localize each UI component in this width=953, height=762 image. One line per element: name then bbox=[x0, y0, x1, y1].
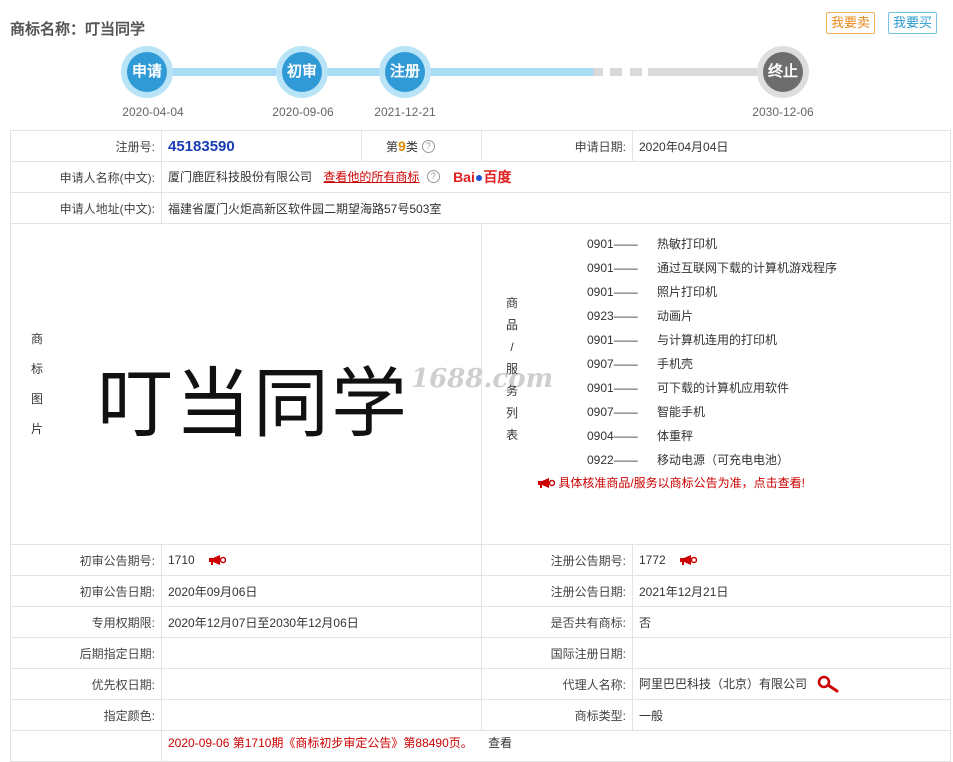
goods-item: 0923—— 动画片 bbox=[587, 309, 694, 323]
goods-notice-link[interactable]: 具体核准商品/服务以商标公告为准，点击查看! bbox=[537, 474, 950, 491]
type-label: 商标类型: bbox=[481, 699, 633, 731]
agent-cell: 阿里巴巴科技（北京）有限公司 bbox=[632, 668, 951, 700]
apply-date-label: 申请日期: bbox=[481, 130, 633, 162]
all-marks-link[interactable]: 查看他的所有商标 bbox=[323, 170, 419, 184]
reg-no-value: 45183590 bbox=[168, 137, 235, 155]
timeline-node-prelim: 初审 bbox=[276, 46, 328, 98]
exclusive-label: 专用权期限: bbox=[10, 606, 162, 638]
sell-button[interactable]: 我要卖 bbox=[826, 12, 876, 34]
prelim-date-value: 2020年09月06日 bbox=[161, 575, 482, 607]
announcement-text: 2020-09-06 第1710期《商标初步审定公告》第88490页。 bbox=[168, 736, 473, 750]
exclusive-value: 2020年12月07日至2030年12月06日 bbox=[161, 606, 482, 638]
goods-item: 0907—— 手机壳 bbox=[587, 357, 694, 371]
trademark-image-cell: 商 标 图 片 叮当同学 1688.com bbox=[10, 223, 553, 545]
intl-date-label: 国际注册日期: bbox=[481, 637, 633, 669]
timeline-node-apply: 申请 bbox=[121, 46, 173, 98]
timeline-bar-dash bbox=[610, 68, 622, 76]
shared-value: 否 bbox=[632, 606, 951, 638]
goods-cell: 商 品 / 服 务 列 表 0901—— 热敏打印机 0901—— 通过互联网下载的… bbox=[481, 223, 951, 545]
prelim-no-label: 初审公告期号: bbox=[10, 544, 162, 576]
horn-icon[interactable] bbox=[208, 555, 227, 565]
timeline-bar bbox=[170, 68, 280, 76]
priority-value bbox=[161, 668, 482, 700]
timeline-bar bbox=[648, 68, 758, 76]
class-number: 9 bbox=[398, 137, 406, 154]
shared-label: 是否共有商标: bbox=[481, 606, 633, 638]
timeline-date-end: 2030-12-06 bbox=[752, 105, 814, 119]
trademark-info-table: 注册号: 45183590 第9类? 申请日期: 2020年04月04日 申请人… bbox=[10, 130, 951, 762]
status-timeline: 申请 2020-04-04 初审 2020-09-06 注册 2021-12-2… bbox=[0, 40, 953, 125]
prelim-date-label: 初审公告日期: bbox=[10, 575, 162, 607]
help-icon[interactable]: ? bbox=[421, 139, 435, 153]
trademark-name: 叮当同学 bbox=[85, 21, 146, 38]
search-icon[interactable] bbox=[816, 675, 840, 693]
image-label: 商 标 图 片 bbox=[30, 332, 43, 436]
goods-item: 0901—— 与计算机连用的打印机 bbox=[587, 333, 778, 347]
timeline-date-apply: 2020-04-04 bbox=[122, 105, 184, 119]
reg-pub-date-value: 2021年12月21日 bbox=[632, 575, 951, 607]
goods-item: 0904—— 体重秤 bbox=[587, 429, 694, 443]
help-icon[interactable]: ? bbox=[426, 170, 440, 183]
type-value: 一般 bbox=[632, 699, 951, 731]
reg-pub-no-label: 注册公告期号: bbox=[481, 544, 633, 576]
announcement-cell: 2020-09-06 第1710期《商标初步审定公告》第88490页。 查看 bbox=[161, 730, 951, 762]
intl-date-value bbox=[632, 637, 951, 669]
later-date-value bbox=[161, 637, 482, 669]
applicant-label: 申请人名称(中文): bbox=[10, 161, 162, 193]
timeline-node-end: 终止 bbox=[757, 46, 809, 98]
timeline-bar bbox=[428, 68, 593, 76]
goods-item: 0901—— 热敏打印机 bbox=[587, 237, 718, 251]
timeline-date-register: 2021-12-21 bbox=[374, 105, 436, 119]
pub-label-empty bbox=[10, 730, 162, 762]
horn-icon[interactable] bbox=[679, 555, 698, 565]
goods-list: 0901—— 热敏打印机 0901—— 通过互联网下载的计算机游戏程序 0901——… bbox=[482, 224, 950, 491]
reg-pub-no-value: 1772 bbox=[639, 553, 666, 567]
goods-item: 0907—— 智能手机 bbox=[587, 405, 706, 419]
priority-label: 优先权日期: bbox=[10, 668, 162, 700]
address-value: 福建省厦门火炬高新区软件园二期望海路57号503室 bbox=[161, 192, 951, 224]
address-label: 申请人地址(中文): bbox=[10, 192, 162, 224]
prelim-no-cell: 1710 bbox=[161, 544, 482, 576]
timeline-bar-dash bbox=[630, 68, 642, 76]
timeline-bar bbox=[325, 68, 385, 76]
agent-label: 代理人名称: bbox=[481, 668, 633, 700]
prelim-no-value: 1710 bbox=[168, 553, 195, 567]
trademark-image: 叮当同学 bbox=[97, 359, 409, 448]
applicant-value: 厦门鹿匠科技股份有限公司 bbox=[168, 170, 313, 184]
later-date-label: 后期指定日期: bbox=[10, 637, 162, 669]
color-value bbox=[161, 699, 482, 731]
page-title: 商标名称：叮当同学 bbox=[10, 18, 145, 39]
announcement-see-link[interactable]: 查看 bbox=[488, 736, 512, 750]
goods-item: 0901—— 可下载的计算机应用软件 bbox=[587, 381, 790, 395]
title-label: 商标名称： bbox=[10, 21, 86, 38]
goods-item: 0901—— 照片打印机 bbox=[587, 285, 718, 299]
timeline-bar-dash bbox=[593, 68, 603, 76]
timeline-date-prelim: 2020-09-06 bbox=[272, 105, 334, 119]
reg-no-label: 注册号: bbox=[10, 130, 162, 162]
applicant-cell: 厦门鹿匠科技股份有限公司 查看他的所有商标 ? Bai●百度 bbox=[161, 161, 951, 193]
class-cell: 第9类? bbox=[361, 130, 482, 162]
reg-pub-date-label: 注册公告日期: bbox=[481, 575, 633, 607]
buy-button[interactable]: 我要买 bbox=[888, 12, 938, 34]
apply-date-value: 2020年04月04日 bbox=[632, 130, 951, 162]
reg-pub-no-cell: 1772 bbox=[632, 544, 951, 576]
goods-item: 0922—— 移动电源（可充电电池） bbox=[587, 453, 790, 467]
agent-value: 阿里巴巴科技（北京）有限公司 bbox=[639, 677, 808, 691]
color-label: 指定颜色: bbox=[10, 699, 162, 731]
goods-label: 商 品 / 服 务 列 表 bbox=[505, 296, 518, 442]
horn-icon bbox=[538, 478, 555, 488]
goods-item: 0901—— 通过互联网下载的计算机游戏程序 bbox=[587, 261, 838, 275]
timeline-node-register: 注册 bbox=[379, 46, 431, 98]
baidu-search-icon[interactable]: Bai●百度 bbox=[453, 167, 511, 187]
